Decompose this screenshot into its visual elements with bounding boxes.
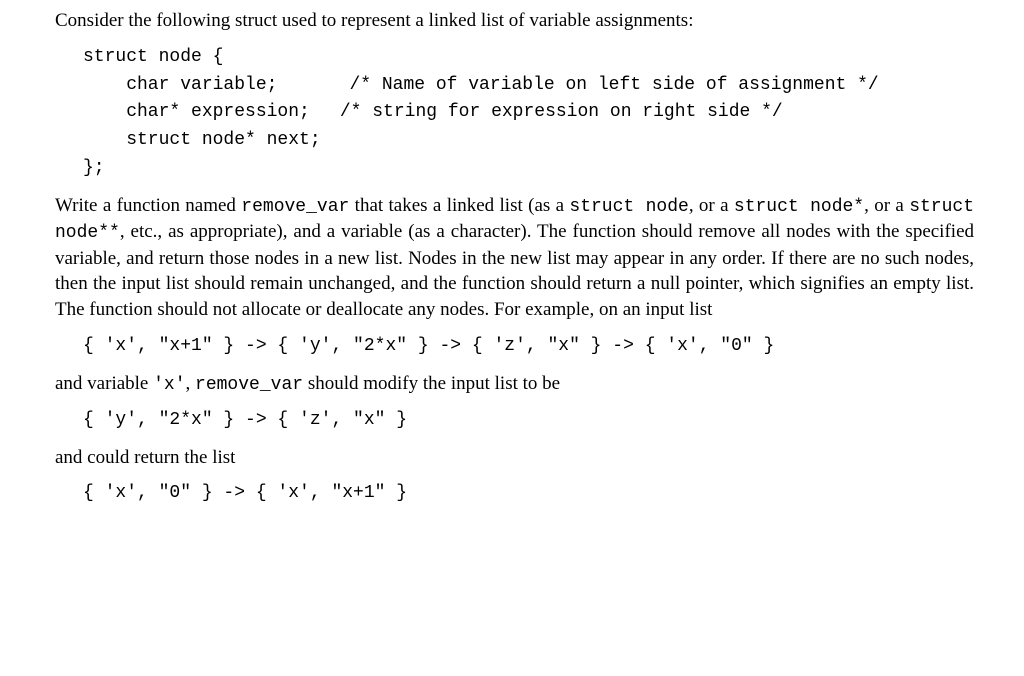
task-paragraph: Write a function named remove_var that t… (55, 193, 974, 323)
document-page: Consider the following struct used to re… (0, 0, 1024, 508)
example-list-1: { 'x', "x+1" } -> { 'y', "2*x" } -> { 'z… (83, 333, 974, 361)
text-run: , or a (689, 195, 734, 216)
code-line: struct node { (83, 47, 223, 67)
inline-code: remove_var (195, 375, 303, 395)
code-line: struct node* next; (83, 130, 321, 150)
text-run: , (186, 373, 196, 394)
text-run: , etc., as appropriate), and a variable … (55, 221, 974, 320)
example-list-2: { 'y', "2*x" } -> { 'z', "x" } (83, 407, 974, 435)
mid-paragraph-1: and variable 'x', remove_var should modi… (55, 371, 974, 397)
example-list-3: { 'x', "0" } -> { 'x', "x+1" } (83, 480, 974, 508)
inline-code: remove_var (241, 197, 349, 217)
inline-code: struct node* (734, 197, 864, 217)
text-run: Write a function named (55, 195, 241, 216)
intro-paragraph: Consider the following struct used to re… (55, 8, 974, 34)
code-line: }; (83, 158, 105, 178)
mid-paragraph-2: and could return the list (55, 445, 974, 471)
inline-code: struct node (569, 197, 688, 217)
code-line: char* expression;/* string for expressio… (83, 102, 783, 122)
text-run: , or a (864, 195, 909, 216)
text-run: that takes a linked list (as a (349, 195, 569, 216)
struct-definition: struct node { char variable;/* Name of v… (83, 44, 974, 183)
code-line: char variable;/* Name of variable on lef… (83, 75, 879, 95)
inline-code: 'x' (153, 375, 185, 395)
text-run: and variable (55, 373, 153, 394)
text-run: should modify the input list to be (303, 373, 560, 394)
